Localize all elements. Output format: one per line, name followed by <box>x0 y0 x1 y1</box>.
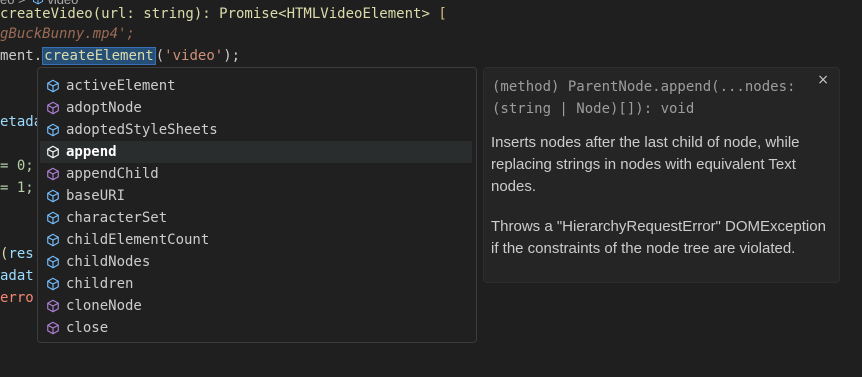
property-icon <box>44 121 62 139</box>
code-line-3: ment. createElement ('video'); <box>0 46 240 66</box>
method-icon <box>44 99 62 117</box>
suggest-item-label: close <box>66 320 109 336</box>
code-selected-method[interactable]: createElement <box>42 47 156 65</box>
code-line-8: adat <box>0 268 34 284</box>
code-line-2: gBuckBunny.mp4'; <box>0 26 135 42</box>
method-icon <box>44 319 62 337</box>
method-signature: (method) ParentNode.append(...nodes: (st… <box>492 79 796 117</box>
property-icon <box>44 275 62 293</box>
suggest-item-label: children <box>66 276 134 292</box>
suggest-item-label: activeElement <box>66 78 176 94</box>
suggest-item-label: adoptNode <box>66 100 142 116</box>
method-icon <box>44 143 62 161</box>
suggest-item-label: adoptedStyleSheets <box>66 122 218 138</box>
code-close: ); <box>223 48 241 64</box>
property-icon <box>44 253 62 271</box>
suggest-item[interactable]: adoptedStyleSheets <box>40 119 472 141</box>
suggest-item-label: baseURI <box>66 188 126 204</box>
suggest-item[interactable]: activeElement <box>40 75 472 97</box>
code-signature: (url: string): Promise<HTMLVideoElement> <box>92 6 430 22</box>
suggest-item-label: childElementCount <box>66 232 210 248</box>
property-icon <box>44 187 62 205</box>
suggest-item[interactable]: close <box>40 317 472 339</box>
code-param: res <box>8 246 34 262</box>
code-line-5: = 0; <box>0 156 34 176</box>
code-line-1: createVideo(url: string): Promise<HTMLVi… <box>0 4 447 24</box>
code-line-7: (res <box>0 244 34 264</box>
code-object: ment. <box>0 48 43 64</box>
suggest-item[interactable]: append <box>40 141 472 163</box>
suggest-item[interactable]: appendChild <box>40 163 472 185</box>
close-icon[interactable]: × <box>817 72 829 88</box>
code-paren: ( <box>155 48 165 64</box>
code-line-6: = 1; <box>0 178 34 198</box>
method-icon <box>44 165 62 183</box>
suggest-item[interactable]: adoptNode <box>40 97 472 119</box>
suggest-item-label: cloneNode <box>66 298 142 314</box>
suggest-details: (method) ParentNode.append(...nodes: (st… <box>483 67 840 283</box>
suggest-item-label: characterSet <box>66 210 168 226</box>
suggest-item[interactable]: childElementCount <box>40 229 472 251</box>
doc-paragraph-1: Inserts nodes after the last child of no… <box>491 134 800 195</box>
suggest-item-label: childNodes <box>66 254 151 270</box>
suggest-item[interactable]: children <box>40 273 472 295</box>
code-assign-zero: = 0; <box>0 158 34 174</box>
property-icon <box>44 77 62 95</box>
suggest-item[interactable]: characterSet <box>40 207 472 229</box>
code-func-name: createVideo <box>0 6 93 22</box>
suggest-widget: activeElement adoptNode adoptedStyleSheets… <box>37 67 477 343</box>
suggest-item-label: appendChild <box>66 166 159 182</box>
suggest-item[interactable]: baseURI <box>40 185 472 207</box>
bracket-icon: [ <box>438 6 447 22</box>
property-icon <box>44 209 62 227</box>
doc-paragraph-2: Throws a "HierarchyRequestError" DOMExce… <box>491 218 826 257</box>
suggest-item-label: append <box>66 144 117 160</box>
suggest-item[interactable]: childNodes <box>40 251 472 273</box>
suggest-item[interactable]: cloneNode <box>40 295 472 317</box>
method-icon <box>44 297 62 315</box>
code-string: 'video' <box>164 48 224 64</box>
code-line-9: erro <box>0 290 34 306</box>
code-assign-one: = 1; <box>0 180 34 196</box>
code-line-4: etada <box>0 114 43 130</box>
property-icon <box>44 231 62 249</box>
